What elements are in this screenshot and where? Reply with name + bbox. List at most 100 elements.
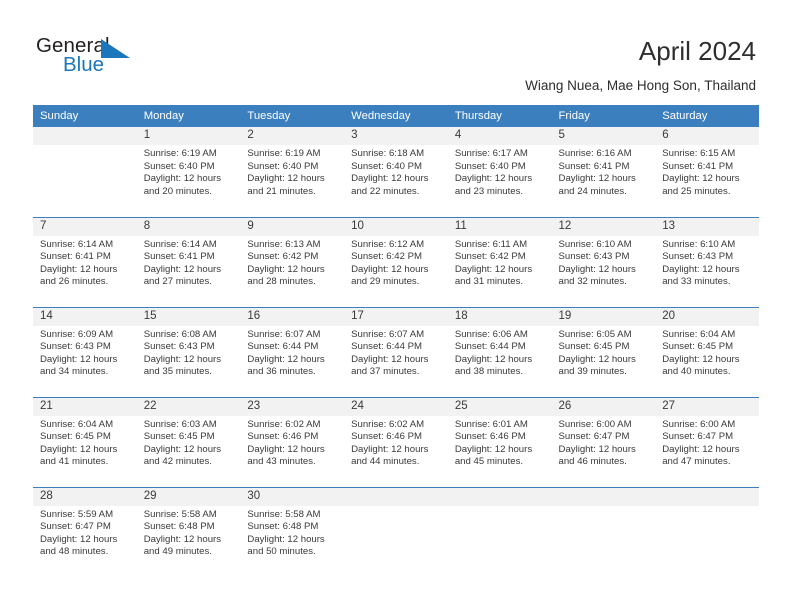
calendar-day-cell[interactable]: 15 Sunrise: 6:08 AM Sunset: 6:43 PM Dayligh…	[136, 306, 241, 397]
page-subtitle-location: Wiang Nuea, Mae Hong Son, Thailand	[525, 78, 756, 93]
calendar-day-cell[interactable]: 12 Sunrise: 6:10 AM Sunset: 6:43 PM Dayligh…	[551, 216, 656, 307]
day-details: Sunrise: 6:04 AM Sunset: 6:45 PM Daylight:…	[33, 416, 137, 469]
calendar-day-cell[interactable]: 13 Sunrise: 6:10 AM Sunset: 6:43 PM Dayligh…	[655, 216, 759, 307]
daylight-duration-line1: Daylight: 12 hours	[662, 353, 740, 365]
day-details: Sunrise: 6:15 AM Sunset: 6:41 PM Daylight:…	[655, 145, 759, 198]
sunrise-time: Sunrise: 6:14 AM	[143, 238, 217, 250]
calendar-day-cell[interactable]: 27 Sunrise: 6:00 AM Sunset: 6:47 PM Dayligh…	[655, 396, 759, 487]
sunset-time: Sunset: 6:41 PM	[143, 251, 215, 263]
sunrise-time: Sunrise: 6:02 AM	[351, 418, 425, 430]
daylight-duration-line1: Daylight: 12 hours	[454, 443, 533, 455]
day-number: 6	[655, 127, 759, 145]
calendar-day-cell[interactable]: 28 Sunrise: 5:59 AM Sunset: 6:47 PM Dayligh…	[33, 486, 137, 577]
day-details: Sunrise: 6:14 AM Sunset: 6:41 PM Daylight:…	[33, 236, 137, 289]
calendar-day-cell[interactable]: 8 Sunrise: 6:14 AM Sunset: 6:41 PM Daylight…	[136, 216, 241, 307]
day-details: Sunrise: 6:10 AM Sunset: 6:43 PM Daylight:…	[655, 236, 759, 289]
daylight-duration-line1: Daylight: 12 hours	[247, 353, 325, 365]
general-blue-logo[interactable]: General Blue	[36, 34, 166, 84]
daylight-duration-line1: Daylight: 12 hours	[247, 263, 325, 275]
daylight-duration-line2: and 44 minutes.	[351, 456, 420, 468]
sunrise-time: Sunrise: 5:59 AM	[40, 508, 114, 520]
daylight-duration-line1: Daylight: 12 hours	[454, 173, 533, 185]
daylight-duration-line1: Daylight: 12 hours	[143, 263, 222, 275]
calendar-day-cell[interactable]: 3 Sunrise: 6:18 AM Sunset: 6:40 PM Daylight…	[344, 127, 448, 217]
calendar-day-cell[interactable]: 16 Sunrise: 6:07 AM Sunset: 6:44 PM Dayligh…	[240, 306, 345, 397]
day-details: Sunrise: 6:07 AM Sunset: 6:44 PM Daylight:…	[240, 326, 344, 379]
day-number: 13	[655, 217, 759, 236]
day-details: Sunrise: 5:58 AM Sunset: 6:48 PM Daylight:…	[137, 506, 241, 559]
day-number	[33, 127, 137, 145]
day-number: 11	[447, 217, 552, 236]
calendar-day-cell[interactable]: 21 Sunrise: 6:04 AM Sunset: 6:45 PM Dayligh…	[33, 396, 137, 487]
calendar-week-row: 21 Sunrise: 6:04 AM Sunset: 6:45 PM Dayligh…	[33, 396, 759, 487]
sunrise-time: Sunrise: 6:10 AM	[662, 238, 736, 250]
calendar-day-cell[interactable]: 22 Sunrise: 6:03 AM Sunset: 6:45 PM Dayligh…	[136, 396, 241, 487]
day-number: 26	[551, 397, 656, 416]
sunset-time: Sunset: 6:47 PM	[40, 521, 111, 533]
day-details: Sunrise: 6:06 AM Sunset: 6:44 PM Daylight:…	[448, 326, 552, 379]
sunset-time: Sunset: 6:41 PM	[558, 160, 630, 172]
sunrise-time: Sunrise: 6:14 AM	[40, 238, 114, 250]
sunset-time: Sunset: 6:41 PM	[662, 160, 734, 172]
calendar-day-cell[interactable]: 20 Sunrise: 6:04 AM Sunset: 6:45 PM Dayligh…	[655, 306, 759, 397]
sunrise-time: Sunrise: 6:12 AM	[351, 238, 425, 250]
calendar-day-cell[interactable]: 14 Sunrise: 6:09 AM Sunset: 6:43 PM Dayligh…	[33, 306, 137, 397]
calendar-day-cell[interactable]: 1 Sunrise: 6:19 AM Sunset: 6:40 PM Daylight…	[136, 127, 241, 217]
weekday-header-tuesday: Tuesday	[240, 105, 345, 127]
calendar-day-cell[interactable]: 11 Sunrise: 6:11 AM Sunset: 6:42 PM Dayligh…	[447, 216, 552, 307]
daylight-duration-line1: Daylight: 12 hours	[40, 443, 118, 455]
day-number: 4	[447, 127, 552, 145]
day-details: Sunrise: 6:02 AM Sunset: 6:46 PM Daylight:…	[344, 416, 448, 469]
calendar-day-cell[interactable]: 10 Sunrise: 6:12 AM Sunset: 6:42 PM Dayligh…	[344, 216, 448, 307]
calendar-day-cell[interactable]: 23 Sunrise: 6:02 AM Sunset: 6:46 PM Dayligh…	[240, 396, 345, 487]
calendar-day-cell[interactable]: 4 Sunrise: 6:17 AM Sunset: 6:40 PM Daylight…	[447, 127, 552, 217]
calendar-page: General Blue April 2024 Wiang Nuea, Mae …	[0, 0, 792, 612]
calendar-day-cell[interactable]: 9 Sunrise: 6:13 AM Sunset: 6:42 PM Daylight…	[240, 216, 345, 307]
sunrise-time: Sunrise: 6:04 AM	[40, 418, 114, 430]
daylight-duration-line1: Daylight: 12 hours	[143, 173, 222, 185]
daylight-duration-line2: and 20 minutes.	[143, 185, 212, 197]
daylight-duration-line1: Daylight: 12 hours	[558, 353, 636, 365]
calendar-day-cell[interactable]: 19 Sunrise: 6:05 AM Sunset: 6:45 PM Dayligh…	[551, 306, 656, 397]
calendar-day-cell[interactable]: 6 Sunrise: 6:15 AM Sunset: 6:41 PM Daylight…	[655, 127, 759, 217]
calendar-day-cell[interactable]: 26 Sunrise: 6:00 AM Sunset: 6:47 PM Dayligh…	[551, 396, 656, 487]
sunset-time: Sunset: 6:41 PM	[40, 251, 111, 263]
daylight-duration-line1: Daylight: 12 hours	[662, 263, 740, 275]
sunset-time: Sunset: 6:43 PM	[143, 341, 215, 353]
sunrise-time: Sunrise: 6:07 AM	[351, 328, 425, 340]
sunrise-time: Sunrise: 6:19 AM	[247, 148, 321, 159]
calendar-day-cell[interactable]: 24 Sunrise: 6:02 AM Sunset: 6:46 PM Dayligh…	[344, 396, 448, 487]
sunrise-time: Sunrise: 6:00 AM	[558, 418, 632, 430]
sunrise-time: Sunrise: 6:13 AM	[247, 238, 321, 250]
calendar-day-cell[interactable]: 5 Sunrise: 6:16 AM Sunset: 6:41 PM Daylight…	[551, 127, 656, 217]
calendar-week-row: 1 Sunrise: 6:19 AM Sunset: 6:40 PM Daylight…	[33, 127, 759, 217]
calendar-day-cell[interactable]: 29 Sunrise: 5:58 AM Sunset: 6:48 PM Dayligh…	[136, 486, 241, 577]
daylight-duration-line2: and 50 minutes.	[247, 546, 316, 558]
weekday-header-thursday: Thursday	[447, 105, 552, 127]
day-details: Sunrise: 6:17 AM Sunset: 6:40 PM Daylight:…	[448, 145, 552, 198]
weekday-header-row: Sunday Monday Tuesday Wednesday Thursday…	[33, 105, 759, 127]
daylight-duration-line2: and 38 minutes.	[454, 366, 524, 378]
sunset-time: Sunset: 6:42 PM	[247, 251, 319, 263]
daylight-duration-line2: and 49 minutes.	[143, 546, 212, 558]
day-number: 12	[551, 217, 656, 236]
sunset-time: Sunset: 6:45 PM	[143, 431, 215, 443]
sunset-time: Sunset: 6:43 PM	[662, 251, 734, 263]
calendar-day-cell[interactable]: 17 Sunrise: 6:07 AM Sunset: 6:44 PM Dayligh…	[344, 306, 448, 397]
daylight-duration-line2: and 33 minutes.	[662, 276, 731, 288]
daylight-duration-line2: and 25 minutes.	[662, 185, 731, 197]
calendar-day-cell[interactable]: 2 Sunrise: 6:19 AM Sunset: 6:40 PM Daylight…	[240, 127, 345, 217]
calendar-day-cell[interactable]: 30 Sunrise: 5:58 AM Sunset: 6:48 PM Dayligh…	[240, 486, 345, 577]
sunset-time: Sunset: 6:48 PM	[247, 521, 319, 533]
calendar-day-cell[interactable]: 18 Sunrise: 6:06 AM Sunset: 6:44 PM Dayligh…	[447, 306, 552, 397]
sunset-time: Sunset: 6:45 PM	[558, 341, 630, 353]
calendar-day-cell[interactable]: 7 Sunrise: 6:14 AM Sunset: 6:41 PM Daylight…	[33, 216, 137, 307]
day-details: Sunrise: 6:07 AM Sunset: 6:44 PM Daylight:…	[344, 326, 448, 379]
day-details: Sunrise: 6:14 AM Sunset: 6:41 PM Daylight:…	[137, 236, 241, 289]
daylight-duration-line1: Daylight: 12 hours	[558, 263, 636, 275]
calendar-day-cell[interactable]: 25 Sunrise: 6:01 AM Sunset: 6:46 PM Dayligh…	[447, 396, 552, 487]
day-details: Sunrise: 6:00 AM Sunset: 6:47 PM Daylight:…	[552, 416, 656, 469]
sunset-time: Sunset: 6:44 PM	[247, 341, 319, 353]
sunrise-time: Sunrise: 6:00 AM	[662, 418, 736, 430]
day-number	[344, 487, 448, 506]
